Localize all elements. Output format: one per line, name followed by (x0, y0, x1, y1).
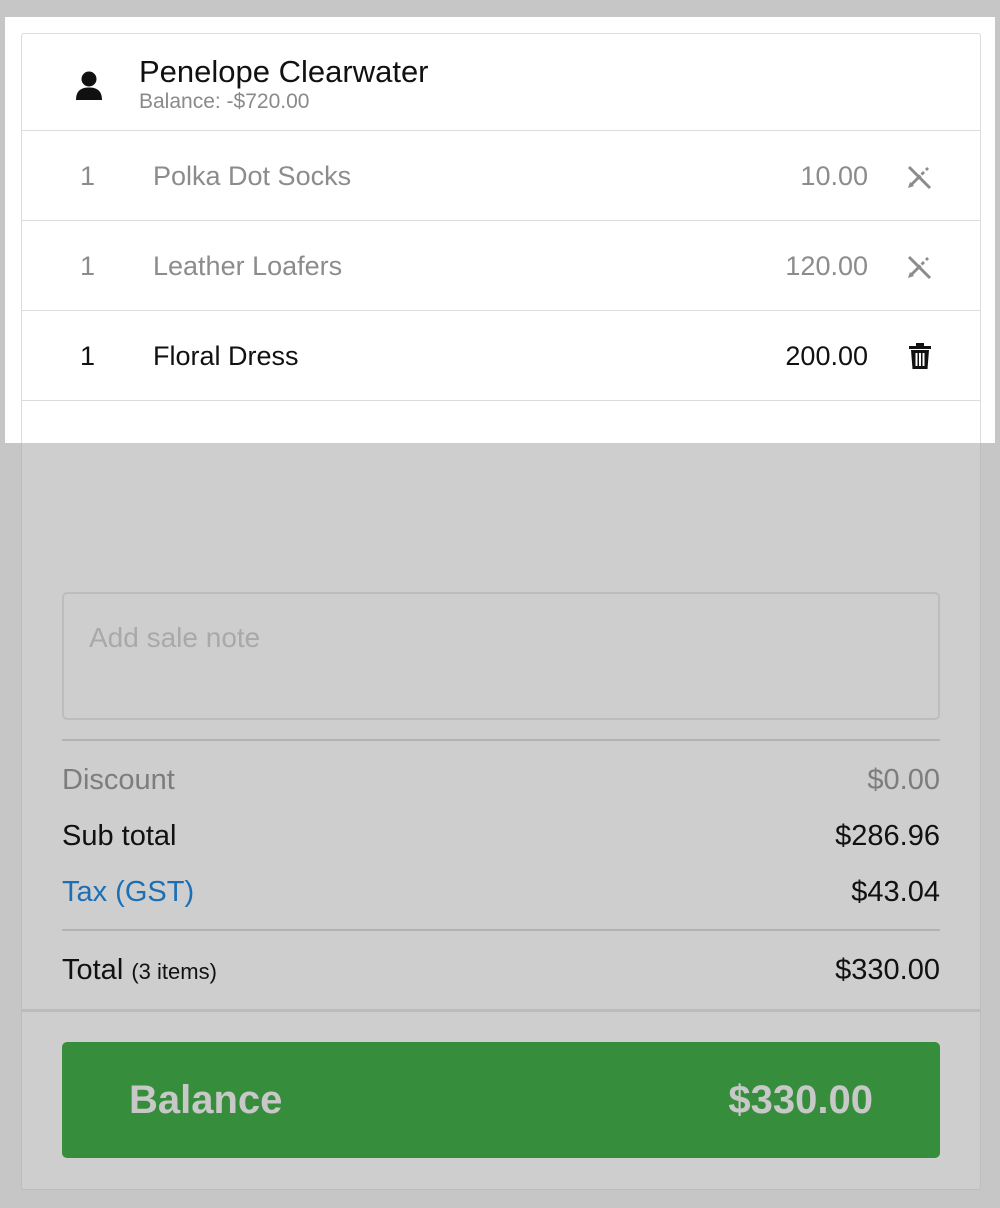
line-item-qty: 1 (80, 341, 96, 371)
footer-divider (21, 1009, 981, 1012)
line-item-qty: 1 (80, 161, 96, 191)
customer-row[interactable]: Penelope Clearwater Balance: -$720.00 (22, 34, 980, 131)
total-value: $330.00 (835, 954, 940, 986)
line-item[interactable]: 1 Floral Dress 200.00 (22, 311, 980, 401)
total-label-group: Total (3 items) (62, 954, 217, 987)
total-label: Total (62, 954, 124, 986)
pay-button-amount: $330.00 (728, 1078, 873, 1122)
line-item[interactable]: 1 Polka Dot Socks 10.00 (22, 131, 980, 221)
user-icon (76, 71, 102, 100)
pay-button-label: Balance (129, 1078, 283, 1122)
total-items-count: (3 items) (131, 959, 217, 984)
trash-icon[interactable] (903, 339, 937, 373)
sale-note-input[interactable]: Add sale note (62, 592, 940, 720)
line-item-price: 120.00 (785, 251, 868, 281)
tax-link[interactable]: Tax (GST) (62, 876, 194, 909)
tax-value: $43.04 (851, 876, 940, 908)
subtotal-value: $286.96 (835, 820, 940, 852)
line-item-name: Leather Loafers (153, 251, 343, 281)
pencil-disabled-icon[interactable] (903, 249, 937, 283)
line-item-price: 200.00 (785, 341, 868, 371)
sale-line-items: Penelope Clearwater Balance: -$720.00 1 … (21, 33, 981, 443)
customer-name: Penelope Clearwater (139, 54, 429, 89)
line-item-price: 10.00 (800, 161, 868, 191)
discount-label: Discount (62, 764, 175, 796)
line-item[interactable]: 1 Leather Loafers 120.00 (22, 221, 980, 311)
discount-value: $0.00 (867, 764, 940, 796)
divider (62, 739, 940, 741)
subtotal-label: Sub total (62, 820, 177, 852)
line-item-name: Floral Dress (153, 341, 299, 371)
sale-note-placeholder: Add sale note (89, 622, 261, 653)
line-item-name: Polka Dot Socks (153, 161, 352, 191)
line-item-qty: 1 (80, 251, 96, 281)
pencil-disabled-icon[interactable] (903, 159, 937, 193)
customer-balance: Balance: -$720.00 (139, 90, 310, 113)
pay-balance-button[interactable]: Balance $330.00 (62, 1042, 940, 1158)
divider (62, 929, 940, 931)
